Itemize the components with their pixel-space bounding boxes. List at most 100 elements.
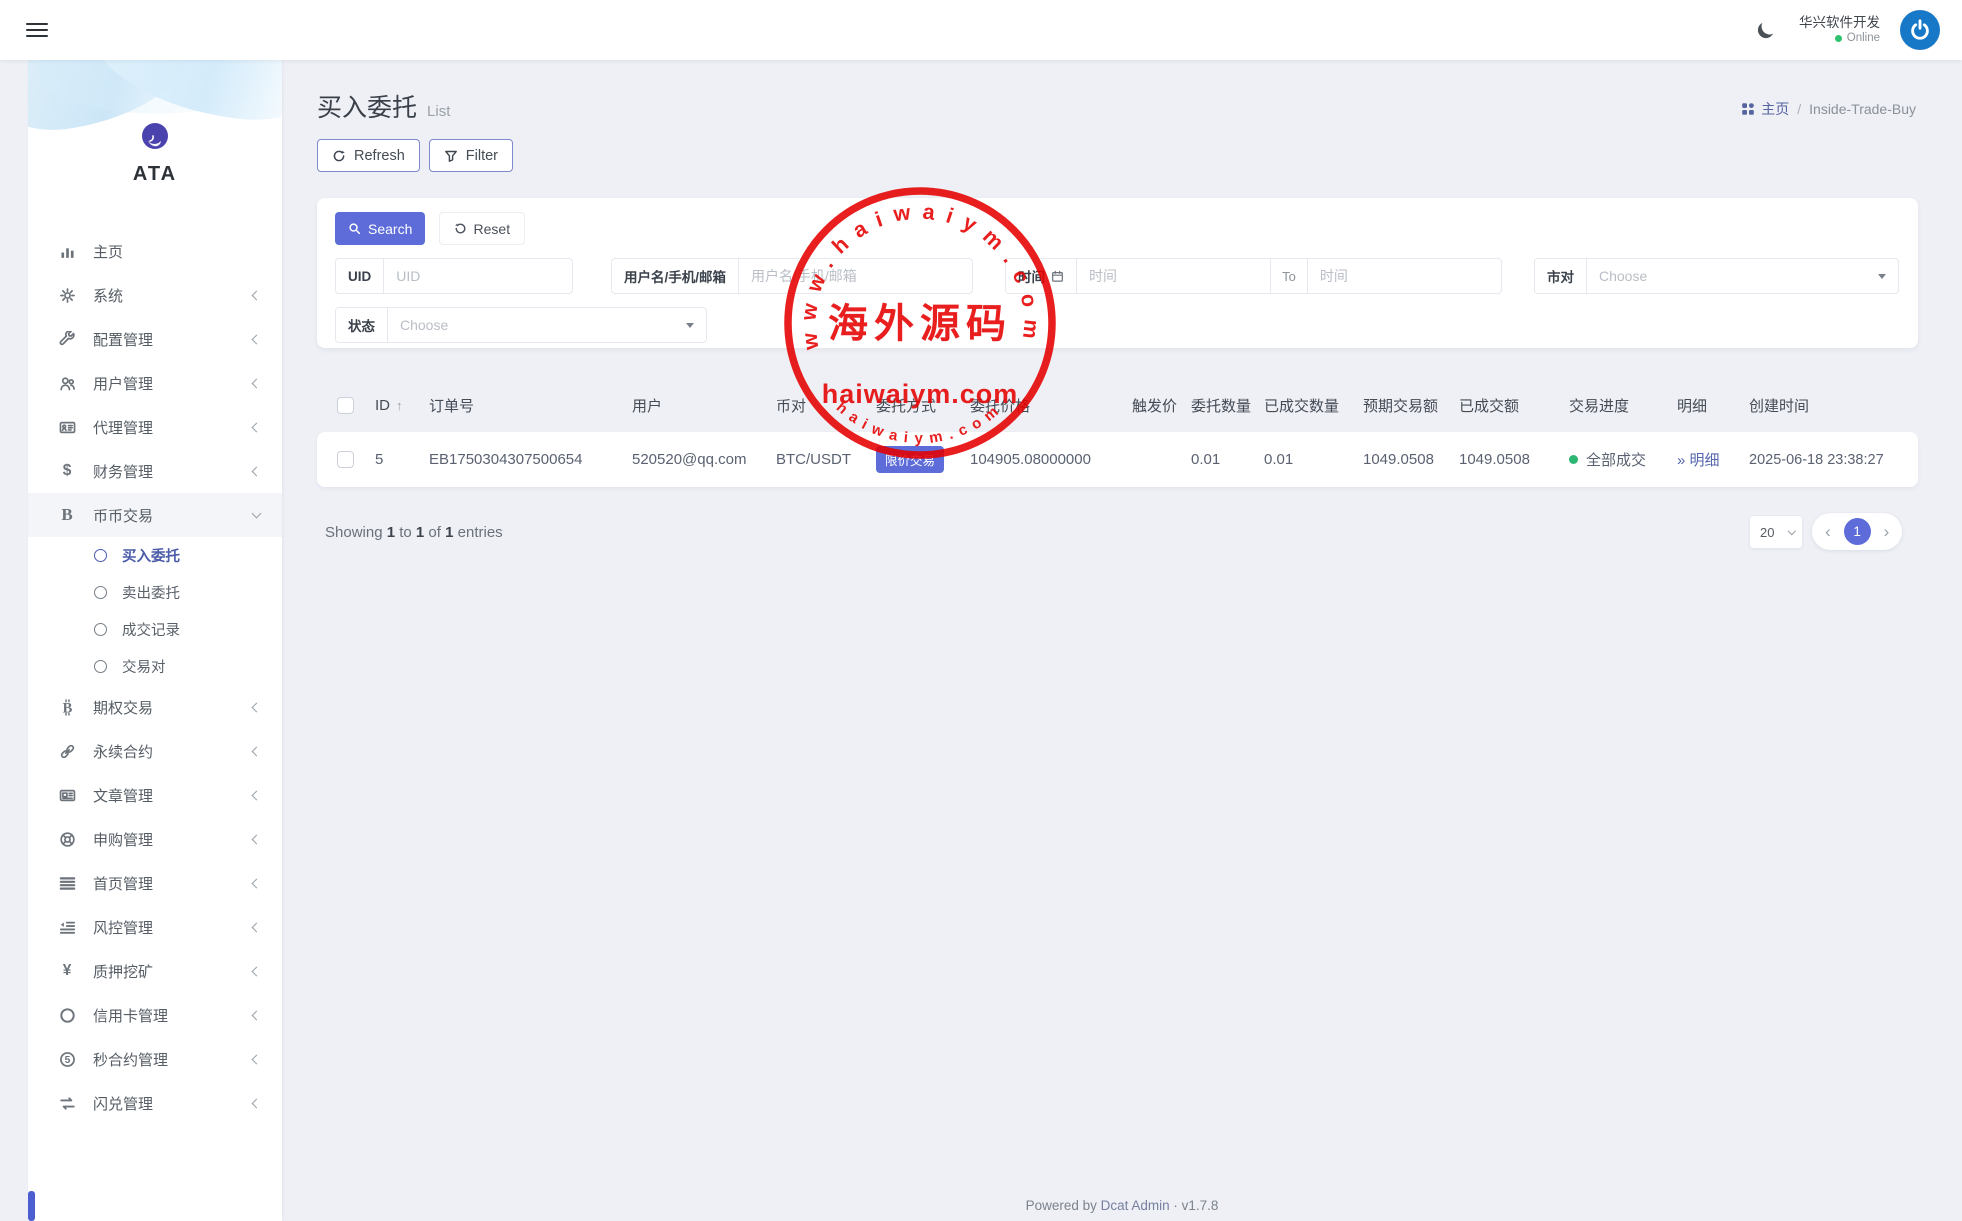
svg-text:B: B xyxy=(62,700,72,716)
sidebar-item-0[interactable]: 主页 xyxy=(28,229,282,273)
search-icon xyxy=(348,222,361,235)
life-ring-icon xyxy=(58,830,76,848)
detail-link[interactable]: » 明细 xyxy=(1677,452,1720,469)
undo-icon xyxy=(454,222,467,235)
outdent-icon xyxy=(58,918,76,936)
sidebar-item-label: 闪兑管理 xyxy=(93,1093,153,1114)
sidebar-item-14[interactable]: 信用卡管理 xyxy=(28,993,282,1037)
chevron-left-icon xyxy=(252,1010,262,1020)
circle-icon xyxy=(94,623,107,636)
row-cell-13: 2025-06-18 23:38:27 xyxy=(1749,452,1918,468)
sort-asc-icon[interactable]: ↑ xyxy=(396,398,403,413)
gear-icon xyxy=(58,286,76,304)
pair-select[interactable]: Choose xyxy=(1587,259,1898,293)
sidebar-item-13[interactable]: ¥质押挖矿 xyxy=(28,949,282,993)
dark-mode-toggle[interactable] xyxy=(1752,17,1779,44)
sidebar-item-2[interactable]: 配置管理 xyxy=(28,317,282,361)
bold-b-icon: B xyxy=(58,506,76,524)
pair-label: 市对 xyxy=(1535,259,1587,293)
chevron-left-icon xyxy=(252,702,262,712)
row-cell-11: 全部成交 xyxy=(1569,449,1677,470)
sidebar-item-label: 文章管理 xyxy=(93,785,153,806)
sidebar-item-16[interactable]: 闪兑管理 xyxy=(28,1081,282,1125)
status-text: 全部成交 xyxy=(1586,449,1646,470)
prev-page-button[interactable]: ‹ xyxy=(1823,522,1833,542)
sidebar-subitem-label: 买入委托 xyxy=(122,545,180,566)
time-filter-group: 时间 To xyxy=(1005,258,1502,294)
caret-down-icon xyxy=(1787,527,1795,535)
circle-icon xyxy=(58,1006,76,1024)
sidebar-item-15[interactable]: 5秒合约管理 xyxy=(28,1037,282,1081)
yen-icon: ¥ xyxy=(58,962,76,980)
column-header-10: 已成交额 xyxy=(1459,395,1569,416)
search-button[interactable]: Search xyxy=(335,212,425,245)
sidebar-item-9[interactable]: 文章管理 xyxy=(28,773,282,817)
row-cell-0: 5 xyxy=(375,451,429,468)
sidebar-item-1[interactable]: 系统 xyxy=(28,273,282,317)
sidebar-item-11[interactable]: 首页管理 xyxy=(28,861,282,905)
sidebar-item-10[interactable]: 申购管理 xyxy=(28,817,282,861)
sidebar-nav: 主页系统配置管理用户管理代理管理$财务管理 B 币币交易买入委托卖出委托成交记录交易… xyxy=(28,200,282,1125)
per-page-value: 20 xyxy=(1760,525,1774,540)
sidebar-item-4[interactable]: 代理管理 xyxy=(28,405,282,449)
chart-bar-icon xyxy=(58,242,76,260)
chevron-left-icon xyxy=(252,466,262,476)
row-cell-12: » 明细 xyxy=(1677,449,1749,470)
calendar-icon xyxy=(1051,270,1064,283)
user-menu[interactable]: 华兴软件开发 Online xyxy=(1799,14,1880,46)
sidebar-subitem-6-0[interactable]: 买入委托 xyxy=(28,537,282,574)
refresh-button[interactable]: Refresh xyxy=(317,139,420,172)
time-from-input[interactable] xyxy=(1077,259,1270,293)
breadcrumb-home[interactable]: 主页 xyxy=(1741,99,1789,119)
align-justify-icon xyxy=(58,874,76,892)
column-header-0[interactable]: ID↑ xyxy=(375,397,429,414)
svg-text:5: 5 xyxy=(64,1055,70,1066)
brand-area: ATA xyxy=(28,60,282,200)
avatar[interactable] xyxy=(1900,10,1940,50)
sidebar-item-label: 系统 xyxy=(93,285,123,306)
chevron-down-icon xyxy=(252,509,262,519)
reset-button[interactable]: Reset xyxy=(439,212,526,245)
row-cell-9: 1049.0508 xyxy=(1363,451,1459,468)
column-header-7: 委托数量 xyxy=(1191,395,1264,416)
next-page-button[interactable]: › xyxy=(1882,522,1892,542)
uid-input[interactable] xyxy=(384,259,572,293)
sidebar-toggle-icon[interactable] xyxy=(26,19,48,41)
per-page-select[interactable]: 20 xyxy=(1749,515,1803,549)
sidebar-subitem-6-3[interactable]: 交易对 xyxy=(28,648,282,685)
sidebar-subitem-6-1[interactable]: 卖出委托 xyxy=(28,574,282,611)
row-checkbox[interactable] xyxy=(337,451,354,468)
sidebar-scrollbar[interactable] xyxy=(28,1191,35,1221)
row-cell-3: BTC/USDT xyxy=(776,451,876,468)
sidebar-item-12[interactable]: 风控管理 xyxy=(28,905,282,949)
sidebar-item-label: 配置管理 xyxy=(93,329,153,350)
sidebar-item-7[interactable]: B期权交易 xyxy=(28,685,282,729)
column-header-8: 已成交数量 xyxy=(1264,395,1363,416)
select-all-checkbox[interactable] xyxy=(337,397,354,414)
column-header-5: 委托价格 xyxy=(970,395,1132,416)
chevron-left-icon xyxy=(252,334,262,344)
column-header-6: 触发价 xyxy=(1132,395,1191,416)
row-cell-7: 0.01 xyxy=(1191,451,1264,468)
caret-down-icon xyxy=(686,323,694,332)
page-1-button[interactable]: 1 xyxy=(1844,518,1871,545)
time-to-input[interactable] xyxy=(1308,259,1501,293)
filter-button[interactable]: Filter xyxy=(429,139,513,172)
sidebar-item-8[interactable]: 永续合约 xyxy=(28,729,282,773)
sidebar-subitem-6-2[interactable]: 成交记录 xyxy=(28,611,282,648)
username-input[interactable] xyxy=(739,259,972,293)
wrench-icon xyxy=(58,330,76,348)
online-dot xyxy=(1835,35,1842,42)
table-header-row: ID↑订单号用户币对委托方式委托价格触发价委托数量已成交数量预期交易额已成交额交… xyxy=(317,378,1918,432)
order-type-badge: 限价交易 xyxy=(876,446,944,473)
dcat-admin-link[interactable]: Dcat Admin xyxy=(1101,1198,1170,1213)
column-header-1: 订单号 xyxy=(429,395,632,416)
page-title: 买入委托 xyxy=(317,88,417,124)
sidebar-item-label: 币币交易 xyxy=(93,505,153,526)
power-icon xyxy=(1909,19,1931,41)
status-select[interactable]: Choose xyxy=(388,308,706,342)
sidebar-item-6[interactable]: B 币币交易 xyxy=(28,493,282,537)
sidebar-item-label: 财务管理 xyxy=(93,461,153,482)
sidebar-item-3[interactable]: 用户管理 xyxy=(28,361,282,405)
sidebar-item-5[interactable]: $财务管理 xyxy=(28,449,282,493)
